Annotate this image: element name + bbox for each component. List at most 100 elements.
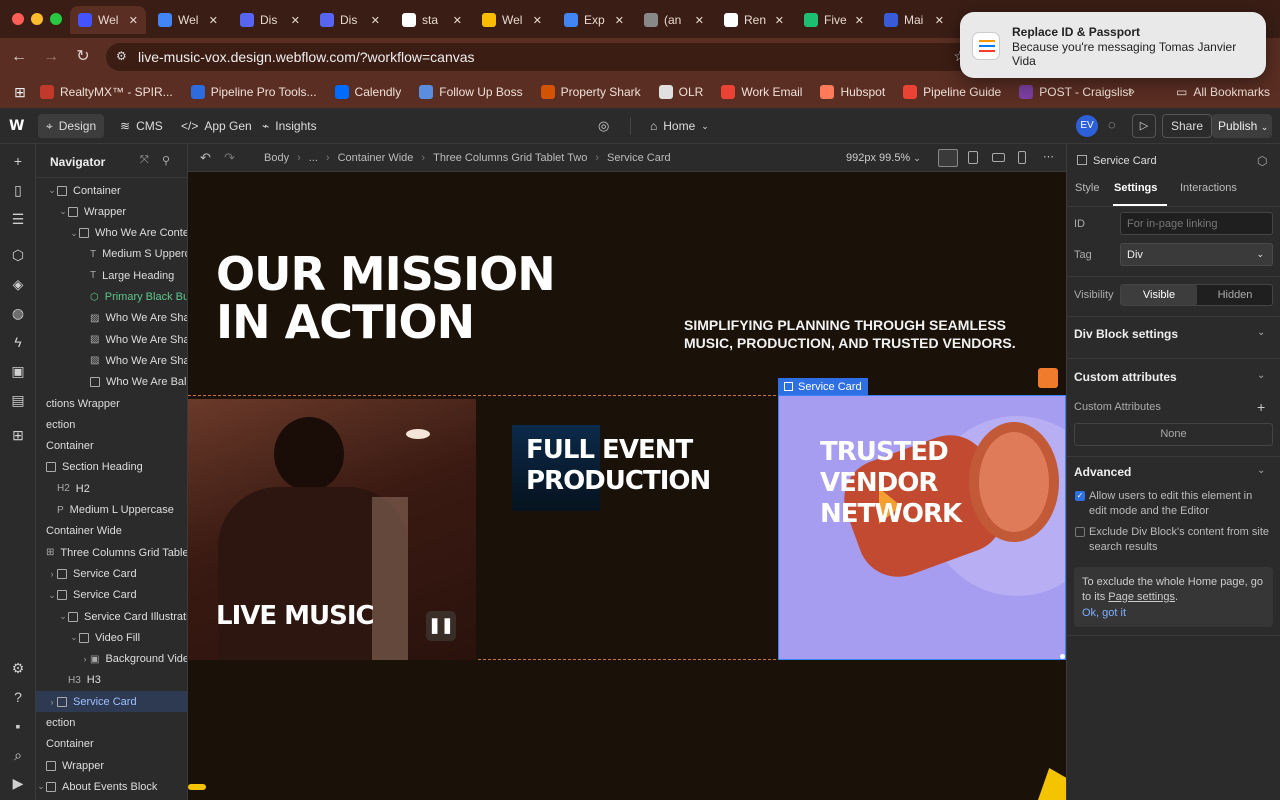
design-canvas[interactable]: OUR MISSION IN ACTION SIMPLIFYING PLANNI… [188, 172, 1066, 800]
webflow-logo-icon[interactable]: W [9, 118, 24, 134]
navigator-row[interactable]: Container [36, 734, 187, 755]
chevron-down-icon[interactable]: ⌄ [47, 185, 57, 196]
tab-insights[interactable]: ⌁ Insights [254, 114, 325, 138]
exclude-search-checkbox[interactable] [1075, 527, 1085, 537]
breadcrumb-item[interactable]: Three Columns Grid Tablet Two [433, 152, 587, 164]
close-tab-icon[interactable]: ✕ [533, 14, 542, 27]
comments-icon[interactable]: ◌ [1108, 117, 1116, 132]
more-options-icon[interactable]: ⋯ [1043, 150, 1054, 163]
publish-button[interactable]: Publish ⌄ [1212, 114, 1272, 138]
navigator-row[interactable]: T Medium S Uppercase [36, 244, 187, 265]
page-settings-link[interactable]: Page settings [1108, 591, 1175, 603]
navigator-row[interactable]: ctions Wrapper [36, 393, 187, 414]
system-notification[interactable]: Replace ID & Passport Because you're mes… [960, 12, 1266, 78]
tab-style[interactable]: Style [1075, 182, 1099, 194]
navigator-row[interactable]: ›▣ Background Video 2 [36, 649, 188, 670]
minimize-window-button[interactable] [31, 13, 43, 25]
navigator-row[interactable]: ▨ Who We Are Shape [36, 308, 187, 329]
add-attribute-icon[interactable]: + [1257, 399, 1265, 415]
browser-tab[interactable]: Wel ✕ [474, 6, 550, 34]
custom-attributes-heading[interactable]: Custom attributes [1074, 370, 1177, 384]
chevron-down-icon[interactable]: ⌄ [58, 206, 68, 217]
navigator-row[interactable]: ⌄ Service Card [36, 585, 187, 606]
close-tab-icon[interactable]: ✕ [209, 14, 218, 27]
browser-tab[interactable]: Wel ✕ [150, 6, 226, 34]
breadcrumb-item[interactable]: Container Wide [338, 152, 414, 164]
close-tab-icon[interactable]: ✕ [371, 14, 380, 27]
close-window-button[interactable] [12, 13, 24, 25]
navigator-row[interactable]: Container [36, 436, 187, 457]
site-info-icon[interactable]: ⚙ [116, 49, 127, 63]
chevron-down-icon[interactable]: ⌄ [36, 781, 46, 792]
browser-tab[interactable]: Ren ✕ [716, 6, 792, 34]
card-title-live-music[interactable]: LIVE MUSIC [216, 601, 375, 631]
close-tab-icon[interactable]: ✕ [129, 14, 138, 27]
component-badge-icon[interactable] [1038, 368, 1058, 388]
apps-icon[interactable]: ⊞ [9, 426, 27, 444]
back-button[interactable]: ← [8, 46, 30, 68]
chevron-right-icon[interactable]: › [47, 569, 57, 579]
browser-tab[interactable]: (an ✕ [636, 6, 712, 34]
browser-tab[interactable]: Mai ✕ [876, 6, 952, 34]
chevron-right-icon[interactable]: › [47, 697, 57, 707]
bookmark-item[interactable]: OLR [658, 85, 703, 99]
navigator-row[interactable]: ▨ Who We Are Shape [36, 329, 187, 350]
chevron-down-icon[interactable]: ⌄ [1257, 370, 1265, 381]
reload-button[interactable]: ↻ [72, 46, 94, 68]
navigator-row[interactable]: ⊞ Three Columns Grid Tablet Tw [36, 542, 187, 563]
navigator-row[interactable]: ⌄ Who We Are Content [36, 223, 187, 244]
browser-tab[interactable]: Five ✕ [796, 6, 872, 34]
chevron-down-icon[interactable]: ⌄ [69, 228, 79, 239]
close-tab-icon[interactable]: ✕ [695, 14, 704, 27]
bookmark-item[interactable]: Hubspot [820, 85, 885, 99]
components-icon[interactable]: ⬡ [9, 246, 27, 264]
tab-app-gen[interactable]: </> App Gen [173, 114, 260, 138]
navigator-row[interactable]: ection [36, 414, 187, 435]
assets-icon[interactable]: ▣ [9, 362, 27, 380]
navigator-row[interactable]: ⌄ Container [36, 180, 187, 201]
bookmark-item[interactable]: Pipeline Guide [903, 85, 1001, 99]
div-block-settings-heading[interactable]: Div Block settings [1074, 327, 1178, 341]
pause-icon[interactable]: ❚❚ [426, 611, 456, 641]
navigator-row[interactable]: › Service Card [36, 563, 187, 584]
id-input[interactable]: For in-page linking [1120, 212, 1273, 235]
component-icon[interactable]: ⬡ [1257, 154, 1267, 168]
service-card-event-production[interactable]: FULL EVENT PRODUCTION [476, 399, 778, 660]
interactions-icon[interactable]: ϟ [9, 333, 27, 351]
audit-icon[interactable]: ▪ [9, 717, 27, 735]
browser-tab[interactable]: Dis ✕ [312, 6, 388, 34]
page-selector[interactable]: ⌂ Home ⌄ [642, 114, 717, 138]
redo-icon[interactable]: ↷ [224, 150, 235, 166]
chevron-down-icon[interactable]: ⌄ [58, 611, 68, 622]
navigator-row[interactable]: H3 H3 [36, 670, 187, 691]
mission-heading[interactable]: OUR MISSION IN ACTION [216, 250, 556, 346]
mission-subtitle[interactable]: SIMPLIFYING PLANNING THROUGH SEAMLESS MU… [684, 316, 1016, 352]
avatar[interactable]: EV [1076, 115, 1098, 137]
navigator-row[interactable]: H2 H2 [36, 478, 187, 499]
navigator-row[interactable]: Wrapper [36, 755, 187, 776]
navigator-row[interactable]: T Large Heading [36, 265, 187, 286]
browser-tab[interactable]: Dis ✕ [232, 6, 308, 34]
bookmark-item[interactable]: Pipeline Pro Tools... [190, 85, 317, 99]
address-input[interactable]: ⚙ live-music-vox.design.webflow.com/?wor… [106, 43, 1006, 71]
bookmark-item[interactable]: Calendly [334, 85, 401, 99]
resize-handle[interactable] [1060, 654, 1065, 659]
card-title-event-production[interactable]: FULL EVENT PRODUCTION [526, 435, 711, 497]
bookmark-item[interactable]: RealtyMX™ - SPIR... [40, 85, 173, 99]
pin-icon[interactable]: ⚲ [162, 154, 170, 167]
service-card-live-music[interactable]: LIVE MUSIC ❚❚ [188, 399, 476, 660]
selected-element-label[interactable]: Service Card [778, 378, 868, 395]
chevron-down-icon[interactable]: ⌄ [47, 590, 57, 601]
bookmark-item[interactable]: POST - Craigslist [1019, 85, 1132, 99]
help-icon[interactable]: ? [9, 688, 27, 706]
forward-button[interactable]: → [40, 46, 62, 68]
close-tab-icon[interactable]: ✕ [935, 14, 944, 27]
navigator-row[interactable]: ⌄ Service Card Illustration [36, 606, 187, 627]
browser-tab[interactable]: Exp ✕ [556, 6, 632, 34]
service-card-vendor-network[interactable]: TRUSTED VENDOR NETWORK [778, 395, 1066, 660]
video-tutorial-icon[interactable]: ▶ [9, 774, 27, 792]
browser-tab[interactable]: Wel ✕ [70, 6, 146, 34]
navigator-row[interactable]: Section Heading [36, 457, 187, 478]
globe-icon[interactable]: ◎ [598, 118, 609, 134]
undo-icon[interactable]: ↶ [200, 150, 211, 166]
